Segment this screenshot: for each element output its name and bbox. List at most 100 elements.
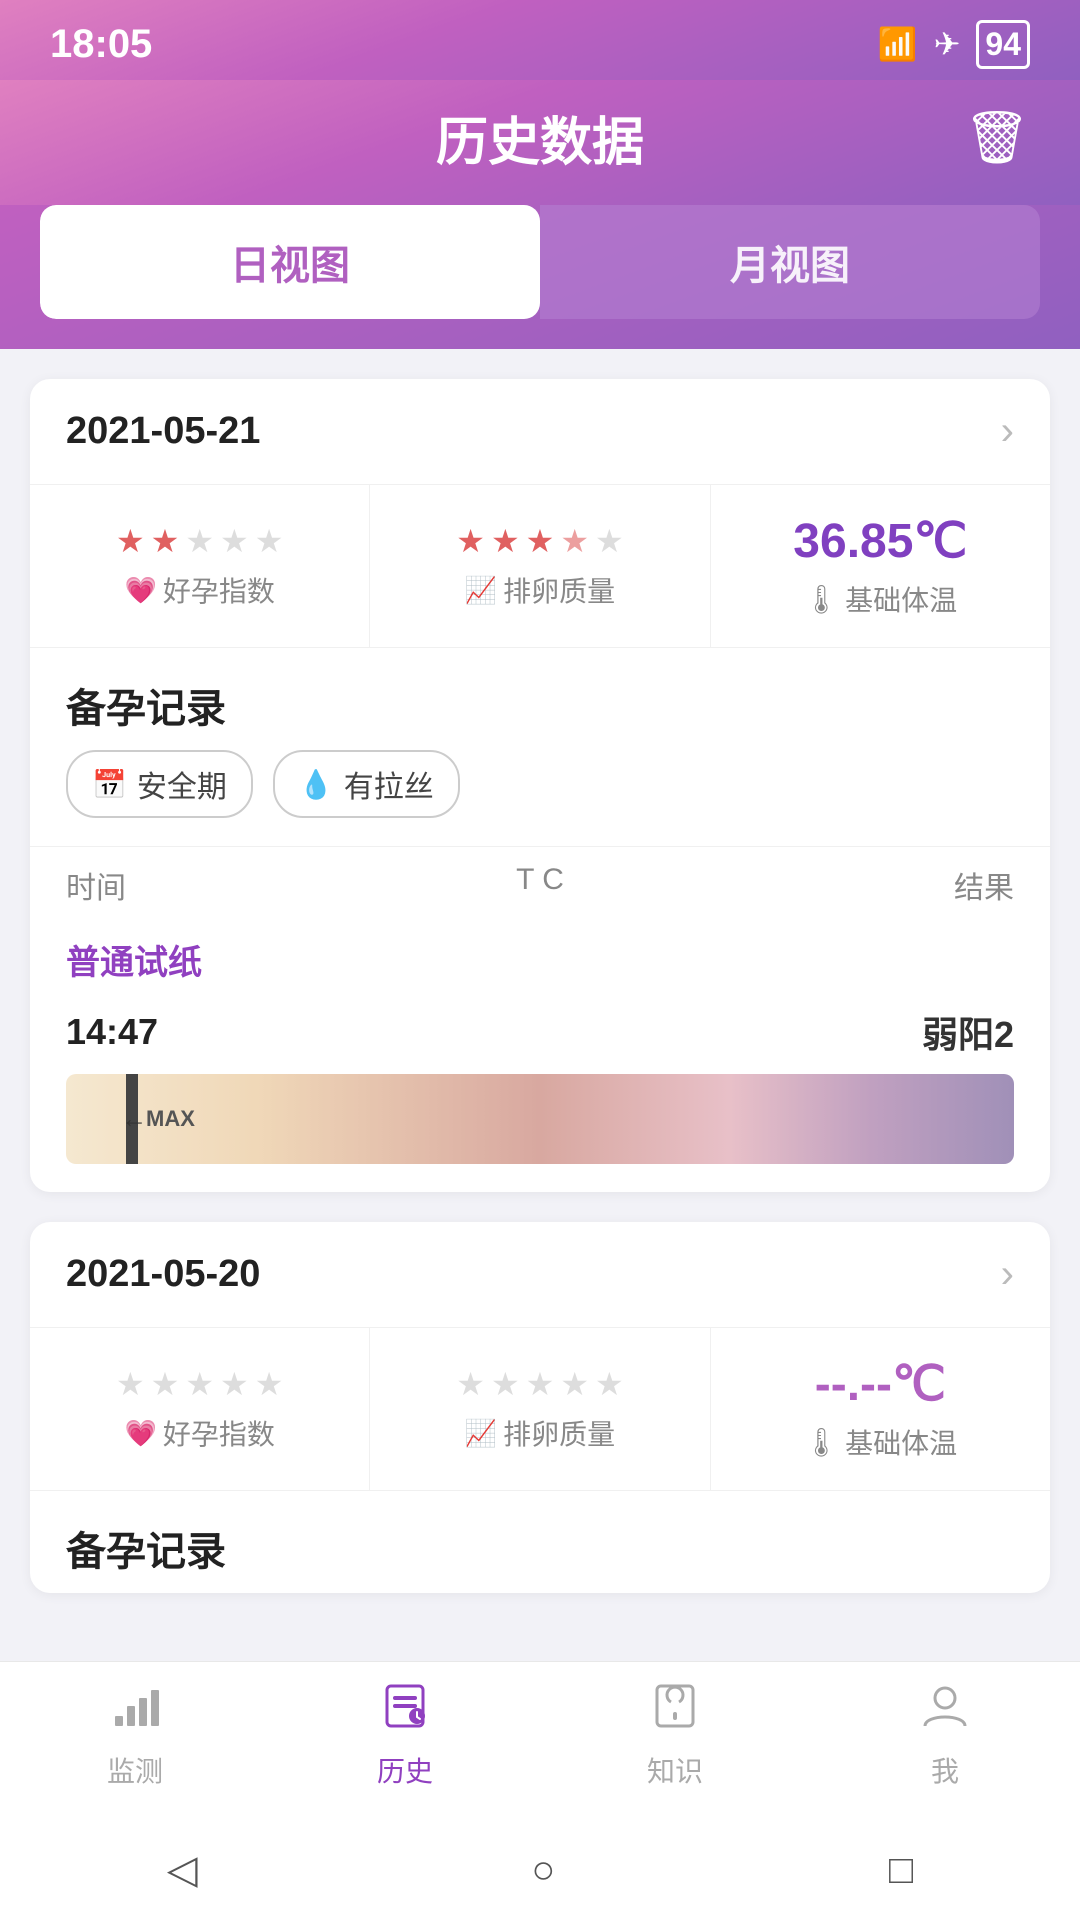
battery-indicator: 94 bbox=[976, 20, 1030, 69]
pregnancy-title-0: 备孕记录 bbox=[30, 648, 1050, 750]
temperature-value-0: 36.85℃ bbox=[793, 513, 967, 569]
sys-home-button[interactable]: ○ bbox=[531, 1848, 555, 1893]
nav-monitor[interactable]: 监测 bbox=[45, 1682, 225, 1790]
sys-recent-button[interactable]: □ bbox=[889, 1848, 913, 1893]
status-time: 18:05 bbox=[50, 22, 152, 67]
o1-star-4: ★ bbox=[560, 1365, 589, 1403]
o-star-5: ★ bbox=[595, 522, 624, 560]
temperature-label-1: 🌡 基础体温 bbox=[804, 1422, 958, 1462]
o1-star-3: ★ bbox=[526, 1365, 555, 1403]
o1-star-1: ★ bbox=[456, 1365, 485, 1403]
o-star-2: ★ bbox=[491, 522, 520, 560]
drop-icon: 💧 bbox=[299, 768, 334, 801]
tag-safe-period: 📅 安全期 bbox=[66, 750, 253, 818]
ovulation-stars-0: ★ ★ ★ ★ ★ bbox=[456, 522, 623, 560]
col-time: 时间 bbox=[66, 863, 126, 907]
ovulation-label-0: 📈 排卵质量 bbox=[465, 570, 615, 610]
o-star-1: ★ bbox=[456, 522, 485, 560]
fertility-stat-0: ★ ★ ★ ★ ★ 💗 好孕指数 bbox=[30, 485, 370, 647]
o1-star-5: ★ bbox=[595, 1365, 624, 1403]
delete-button[interactable]: 🗑 bbox=[964, 107, 1030, 168]
f1-star-3: ★ bbox=[185, 1365, 214, 1403]
fertility-icon-0: 💗 bbox=[124, 575, 156, 606]
fertility-stars-0: ★ ★ ★ ★ ★ bbox=[116, 522, 283, 560]
me-icon bbox=[921, 1682, 969, 1742]
date-row-1[interactable]: 2021-05-20 › bbox=[30, 1222, 1050, 1328]
history-icon bbox=[381, 1682, 429, 1742]
record-date-1: 2021-05-20 bbox=[66, 1253, 260, 1296]
tag-mucus: 💧 有拉丝 bbox=[273, 750, 460, 818]
record-card-0: 2021-05-21 › ★ ★ ★ ★ ★ 💗 好孕指数 bbox=[30, 379, 1050, 1192]
nav-monitor-label: 监测 bbox=[107, 1750, 163, 1790]
monitor-icon bbox=[111, 1682, 159, 1742]
pregnancy-title-1: 备孕记录 bbox=[30, 1491, 1050, 1593]
record-card-1: 2021-05-20 › ★ ★ ★ ★ ★ 💗 好孕指数 bbox=[30, 1222, 1050, 1593]
strip-arrow: ← bbox=[121, 1104, 147, 1135]
f1-star-1: ★ bbox=[116, 1365, 145, 1403]
sys-back-button[interactable]: ◁ bbox=[167, 1847, 198, 1893]
f1-star-4: ★ bbox=[220, 1365, 249, 1403]
col-result: 结果 bbox=[954, 863, 1014, 907]
header: 历史数据 🗑 bbox=[0, 80, 1080, 205]
stats-row-1: ★ ★ ★ ★ ★ 💗 好孕指数 ★ ★ ★ ★ ★ bbox=[30, 1328, 1050, 1491]
table-header-0: 时间 T C 结果 bbox=[30, 846, 1050, 923]
ovulation-icon-0: 📈 bbox=[465, 575, 497, 606]
star-2: ★ bbox=[151, 522, 180, 560]
view-tabs: 日视图 月视图 bbox=[40, 205, 1040, 319]
o1-star-2: ★ bbox=[491, 1365, 520, 1403]
temperature-stat-1: --.--℃ 🌡 基础体温 bbox=[711, 1328, 1050, 1490]
temperature-label-0: 🌡 基础体温 bbox=[804, 579, 958, 619]
bottom-nav: 监测 历史 知识 bbox=[0, 1661, 1080, 1820]
ovulation-label-1: 📈 排卵质量 bbox=[465, 1413, 615, 1453]
system-nav-bar: ◁ ○ □ bbox=[0, 1820, 1080, 1920]
status-icons: 📶 ✈ 94 bbox=[878, 20, 1030, 69]
fertility-label-1: 💗 好孕指数 bbox=[124, 1413, 274, 1453]
f1-star-5: ★ bbox=[255, 1365, 284, 1403]
pregnancy-section-0: 备孕记录 📅 安全期 💧 有拉丝 bbox=[30, 648, 1050, 846]
nav-me[interactable]: 我 bbox=[855, 1682, 1035, 1790]
strip-row-0: 14:47 弱阳2 bbox=[30, 996, 1050, 1074]
airplane-icon: ✈ bbox=[934, 25, 961, 63]
ovulation-stat-0: ★ ★ ★ ★ ★ 📈 排卵质量 bbox=[370, 485, 710, 647]
tabs-container: 日视图 月视图 bbox=[0, 205, 1080, 349]
nav-me-label: 我 bbox=[931, 1750, 959, 1790]
f1-star-2: ★ bbox=[151, 1365, 180, 1403]
temperature-stat-0: 36.85℃ 🌡 基础体温 bbox=[711, 485, 1050, 647]
star-4: ★ bbox=[220, 522, 249, 560]
chevron-right-icon-0: › bbox=[1001, 409, 1014, 454]
wifi-icon: 📶 bbox=[878, 25, 918, 63]
temperature-value-1: --.--℃ bbox=[815, 1356, 946, 1412]
pregnancy-section-1: 备孕记录 bbox=[30, 1491, 1050, 1593]
tags-row-0: 📅 安全期 💧 有拉丝 bbox=[30, 750, 1050, 846]
col-tc: T C bbox=[516, 863, 564, 907]
ovulation-icon-1: 📈 bbox=[465, 1418, 497, 1449]
tab-day[interactable]: 日视图 bbox=[40, 205, 540, 319]
fertility-label-0: 💗 好孕指数 bbox=[124, 570, 274, 610]
star-1: ★ bbox=[116, 522, 145, 560]
ovulation-stars-1: ★ ★ ★ ★ ★ bbox=[456, 1365, 623, 1403]
fertility-icon-1: 💗 bbox=[124, 1418, 156, 1449]
record-date-0: 2021-05-21 bbox=[66, 410, 260, 453]
strip-time-0: 14:47 bbox=[66, 1011, 158, 1053]
fertility-stat-1: ★ ★ ★ ★ ★ 💗 好孕指数 bbox=[30, 1328, 370, 1490]
strip-type-0: 普通试纸 bbox=[30, 923, 1050, 996]
o-star-4: ★ bbox=[560, 522, 589, 560]
knowledge-icon bbox=[651, 1682, 699, 1742]
star-5: ★ bbox=[255, 522, 284, 560]
date-row-0[interactable]: 2021-05-21 › bbox=[30, 379, 1050, 485]
nav-history-label: 历史 bbox=[377, 1750, 433, 1790]
ovulation-stat-1: ★ ★ ★ ★ ★ 📈 排卵质量 bbox=[370, 1328, 710, 1490]
nav-history[interactable]: 历史 bbox=[315, 1682, 495, 1790]
stats-row-0: ★ ★ ★ ★ ★ 💗 好孕指数 ★ ★ ★ ★ ★ bbox=[30, 485, 1050, 648]
o-star-3: ★ bbox=[526, 522, 555, 560]
thermometer-icon-1: 🌡 bbox=[804, 1426, 840, 1459]
strip-image-0: ← MAX bbox=[66, 1074, 1014, 1164]
nav-knowledge-label: 知识 bbox=[647, 1750, 703, 1790]
nav-knowledge[interactable]: 知识 bbox=[585, 1682, 765, 1790]
strip-result-0: 弱阳2 bbox=[922, 1006, 1014, 1058]
chevron-right-icon-1: › bbox=[1001, 1252, 1014, 1297]
fertility-stars-1: ★ ★ ★ ★ ★ bbox=[116, 1365, 283, 1403]
thermometer-icon-0: 🌡 bbox=[804, 583, 840, 616]
tab-month[interactable]: 月视图 bbox=[540, 205, 1040, 319]
calendar-icon: 📅 bbox=[92, 768, 127, 801]
